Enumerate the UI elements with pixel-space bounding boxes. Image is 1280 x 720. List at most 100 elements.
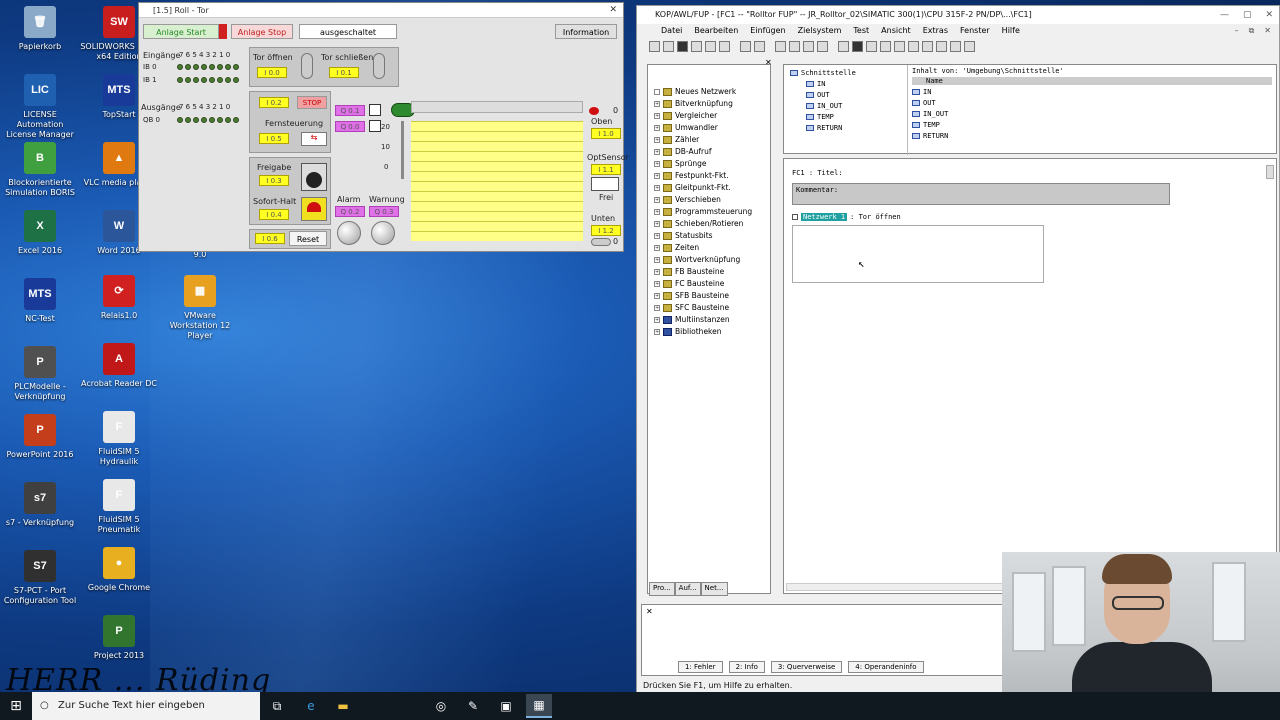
desktop-icon[interactable]: P PowerPoint 2016 [1,414,79,460]
maximize-icon[interactable]: ▢ [1243,6,1252,24]
branch-open-icon[interactable] [936,40,947,52]
expand-icon[interactable]: + [654,280,660,287]
catalog-item[interactable]: + SFC Bausteine [654,303,729,312]
menu-item[interactable]: Bearbeiten [694,24,738,38]
new-icon[interactable] [649,40,660,52]
view-icon[interactable] [838,40,849,52]
interface-tree-item[interactable]: OUT [806,91,830,99]
catalog-item[interactable]: + Vergleicher [654,111,717,120]
catalog-item[interactable]: + Zeiten [654,243,699,252]
collapse-icon[interactable] [792,214,798,220]
menu-item[interactable]: Zielsystem [798,24,842,38]
edge-icon[interactable]: e [298,694,324,718]
interface-tree-item[interactable]: IN [806,80,825,88]
open-icon[interactable] [663,40,674,52]
vertical-scrollbar[interactable] [1266,165,1274,179]
roll-window-titlebar[interactable]: [1.5] Roll - Tor ✕ [139,3,623,18]
interface-tree[interactable]: Schnittstelle IN OUT IN_OUT TEMP RETURN [784,65,908,155]
file-explorer-icon[interactable]: ▬ [330,694,356,718]
catalog-tab[interactable]: Auf... [674,582,701,596]
taskbar-search[interactable]: ○ Zur Suche Text hier eingeben [32,692,260,720]
checkbox-icon[interactable] [369,120,381,132]
catalog-item[interactable]: + FC Bausteine [654,279,724,288]
catalog-item[interactable]: + FB Bausteine [654,267,724,276]
upload-icon[interactable] [789,40,800,52]
interface-tree-item[interactable]: TEMP [806,113,834,121]
overview-icon[interactable] [852,40,863,52]
menu-item[interactable]: Extras [923,24,948,38]
catalog-item[interactable]: + Zähler [654,135,699,144]
kop-taskbar-icon[interactable]: ▦ [526,694,552,718]
menu-item[interactable]: Ansicht [881,24,911,38]
redo-icon[interactable] [754,40,765,52]
network-1-logic-area[interactable] [792,225,1044,283]
expand-icon[interactable]: + [654,256,660,263]
download-icon[interactable] [775,40,786,52]
desktop-icon[interactable]: S7 S7-PCT - Port Configuration Tool [1,550,79,606]
fc-title[interactable]: FC1 : Titel: [792,169,843,177]
desktop-icon[interactable]: F FluidSIM 5 Pneumatik [80,479,158,535]
emergency-stop-icon[interactable] [301,197,327,221]
box-icon[interactable] [922,40,933,52]
expand-icon[interactable]: + [654,292,660,299]
catalog-item[interactable]: + DB-Aufruf [654,147,711,156]
network-1-header[interactable]: Netzwerk 1 : Tor öffnen [792,213,901,221]
coil-icon[interactable] [908,40,919,52]
expand-icon[interactable]: + [654,304,660,311]
roll-tor-window[interactable]: [1.5] Roll - Tor ✕ Anlage Start Anlage S… [138,2,629,252]
expand-icon[interactable]: + [654,148,660,155]
expand-icon[interactable] [654,88,660,95]
details-close-icon[interactable]: ✕ [646,607,653,616]
catalog-item[interactable]: + Wortverknüpfung [654,255,740,264]
catalog-item[interactable]: + Sprünge [654,159,707,168]
desktop-icon[interactable]: X Excel 2016 [1,210,79,256]
horizontal-scrollbar[interactable] [786,583,1006,591]
monitor-icon[interactable] [803,40,814,52]
stop-button[interactable]: STOP [297,96,327,109]
expand-icon[interactable]: + [654,208,660,215]
s7-taskbar-icon[interactable]: ✎ [460,694,486,718]
checkbox-icon[interactable] [369,104,381,116]
desktop-icon[interactable]: 🗑 Papierkorb [1,6,79,52]
paste-icon[interactable] [719,40,730,52]
kommentar-field[interactable]: Kommentar: [792,183,1170,205]
desktop-icon[interactable]: s7 s7 - Verknüpfung [1,482,79,528]
interface-list-item[interactable]: IN [912,88,931,96]
anlage-start-button[interactable]: Anlage Start [143,24,219,39]
catalog-item[interactable]: Neues Netzwerk [654,87,736,96]
catalog-item[interactable]: + Bitverknüpfung [654,99,733,108]
interface-tree-item[interactable]: IN_OUT [806,102,842,110]
catalog-item[interactable]: + Programmsteuerung [654,207,752,216]
expand-icon[interactable]: + [654,316,660,323]
expand-icon[interactable]: + [654,112,660,119]
catalog-item[interactable]: + Schieben/Rotieren [654,219,743,228]
expand-icon[interactable]: + [654,172,660,179]
details-tab[interactable]: 4: Operandeninfo [848,661,924,673]
interface-tree-item[interactable]: Schnittstelle [790,69,856,77]
help-icon[interactable] [964,40,975,52]
remote-control-icon[interactable]: ⇆ [301,132,327,146]
expand-icon[interactable]: + [654,244,660,251]
tor-oeffnen-switch[interactable] [301,53,313,79]
desktop-icon[interactable]: A Acrobat Reader DC [80,343,158,389]
interface-tree-item[interactable]: RETURN [806,124,842,132]
kop-titlebar[interactable]: KOP/AWL/FUP - [FC1 -- "Rolltor FUP" -- J… [637,6,1279,24]
contact-nc-icon[interactable] [894,40,905,52]
interface-list-item[interactable]: OUT [912,99,936,107]
plcsim-icon[interactable]: ▣ [493,694,519,718]
catalog-item[interactable]: + SFB Bausteine [654,291,729,300]
expand-icon[interactable]: + [654,268,660,275]
expand-icon[interactable]: + [654,220,660,227]
desktop-icon[interactable]: B Blockorientierte Simulation BORIS [1,142,79,198]
save-icon[interactable] [677,40,688,52]
expand-icon[interactable]: + [654,100,660,107]
catalog-item[interactable]: + Festpunkt-Fkt. [654,171,729,180]
menu-item[interactable]: Hilfe [1002,24,1020,38]
anlage-stop-button[interactable]: Anlage Stop [231,24,293,39]
details-tab[interactable]: 1: Fehler [678,661,723,673]
catalog-item[interactable]: + Multiinstanzen [654,315,730,324]
menu-item[interactable]: Einfügen [750,24,785,38]
copy-icon[interactable] [705,40,716,52]
windows-start-icon[interactable]: ⊞ [0,692,32,720]
close-icon[interactable]: ✕ [1265,6,1273,24]
